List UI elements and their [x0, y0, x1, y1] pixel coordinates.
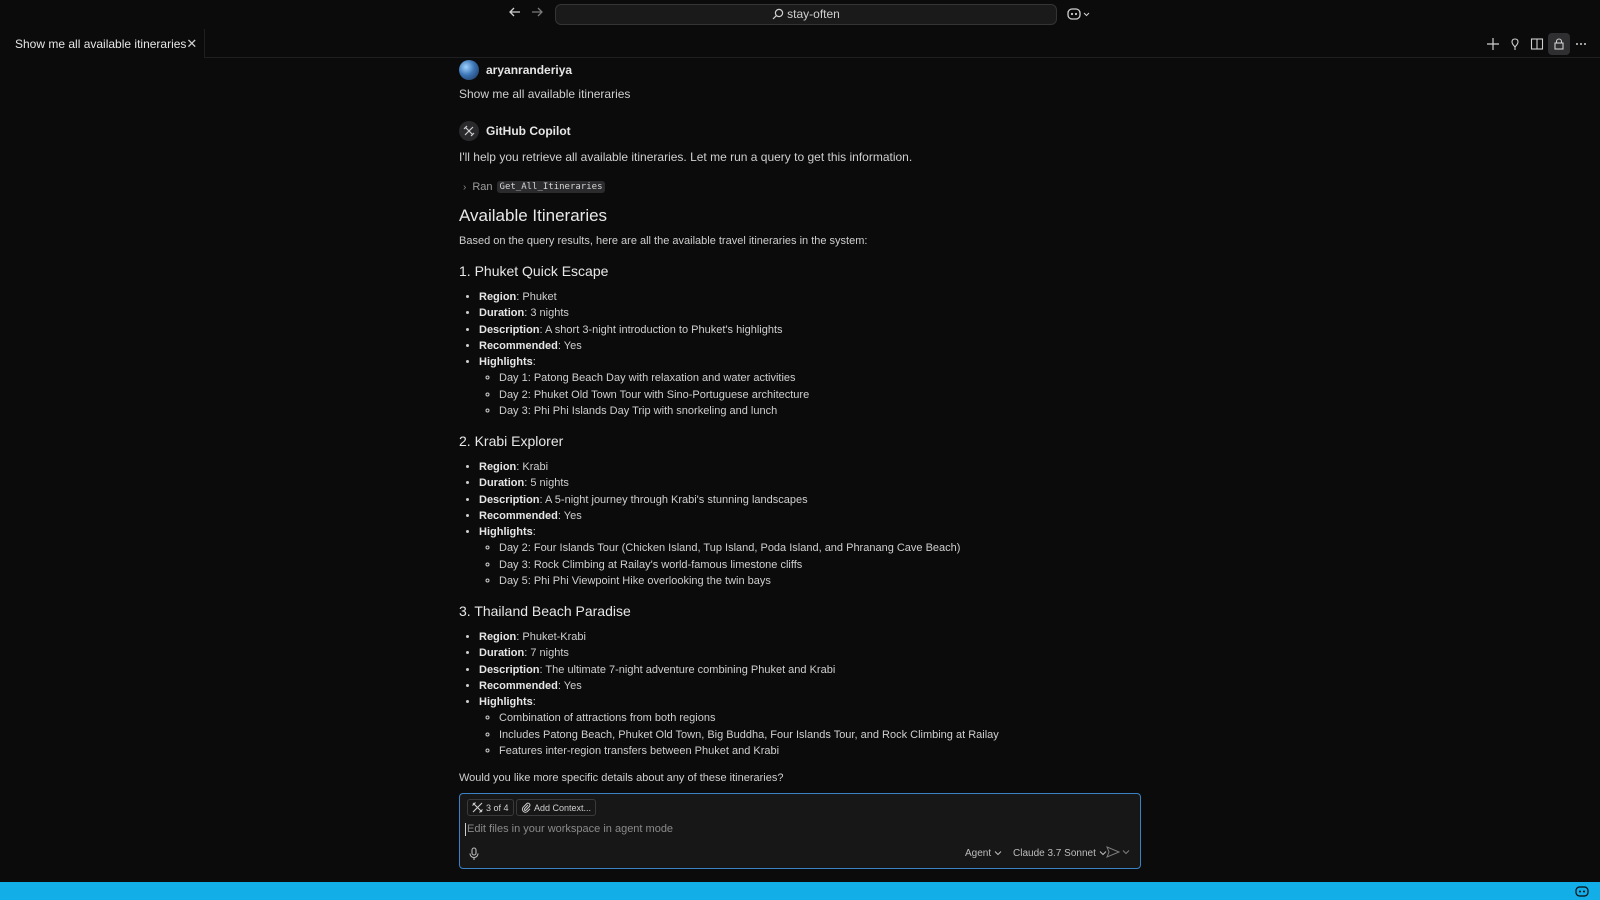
tab-chat[interactable]: Show me all available itineraries ✕ — [0, 29, 205, 58]
send-icon — [1106, 846, 1120, 858]
response-heading: Available Itineraries — [459, 206, 608, 225]
tab-bar: Show me all available itineraries ✕ — [0, 29, 1600, 58]
field-item: Region: Phuket — [479, 289, 809, 305]
search-icon — [772, 8, 784, 20]
highlight-item: Day 3: Phi Phi Islands Day Trip with sno… — [499, 403, 809, 419]
field-item: Region: Phuket-Krabi — [479, 629, 999, 645]
highlights-list: Day 2: Four Islands Tour (Chicken Island… — [499, 540, 960, 589]
itinerary-title: 1. Phuket Quick Escape — [459, 263, 609, 279]
command-center-search[interactable]: stay-often — [555, 4, 1057, 25]
field-item: Duration: 5 nights — [479, 475, 960, 491]
close-icon[interactable]: ✕ — [186, 36, 197, 52]
highlight-item: Day 2: Phuket Old Town Tour with Sino-Po… — [499, 387, 809, 403]
model-label: Claude 3.7 Sonnet — [1013, 848, 1096, 859]
chat-input-box[interactable]: 3 of 4 Add Context... Edit files in your… — [459, 793, 1141, 869]
chevron-down-icon — [994, 851, 1002, 856]
user-header: aryanranderiya — [459, 60, 572, 80]
tools-chip-label: 3 of 4 — [486, 802, 509, 813]
field-item: Duration: 3 nights — [479, 305, 809, 321]
tab-label: Show me all available itineraries — [15, 36, 187, 51]
field-item: Region: Krabi — [479, 459, 960, 475]
field-item: Highlights: Combination of attractions f… — [479, 694, 999, 757]
highlight-item: Day 3: Rock Climbing at Railay's world-f… — [499, 557, 960, 573]
field-item: Recommended: Yes — [479, 678, 999, 694]
tools-icon — [472, 802, 483, 813]
model-picker[interactable]: Claude 3.7 Sonnet — [1013, 848, 1107, 859]
workspace-name: stay-often — [787, 7, 840, 21]
chat-input-field[interactable]: Edit files in your workspace in agent mo… — [465, 823, 673, 836]
mode-picker[interactable]: Agent — [965, 848, 1002, 859]
itinerary-fields: Region: Phuket-Krabi Duration: 7 nights … — [479, 629, 999, 757]
field-item: Duration: 7 nights — [479, 645, 999, 661]
tab-actions — [1482, 29, 1600, 58]
chevron-right-icon: › — [463, 181, 467, 193]
arrow-right-icon[interactable] — [528, 5, 546, 23]
highlight-item: Day 5: Phi Phi Viewpoint Hike overlookin… — [499, 573, 960, 589]
highlights-list: Combination of attractions from both reg… — [499, 710, 999, 759]
chevron-down-icon — [1122, 850, 1130, 855]
field-item: Description: A short 3-night introductio… — [479, 322, 809, 338]
highlight-item: Day 1: Patong Beach Day with relaxation … — [499, 370, 809, 386]
plus-icon[interactable] — [1482, 33, 1504, 55]
field-item: Description: A 5-night journey through K… — [479, 492, 960, 508]
response-closing: Would you like more specific details abo… — [459, 772, 784, 784]
tool-invocation[interactable]: › Ran Get_All_Itineraries — [463, 181, 606, 193]
add-context-label: Add Context... — [534, 802, 592, 813]
split-editor-icon[interactable] — [1526, 33, 1548, 55]
user-message: Show me all available itineraries — [459, 87, 631, 101]
copilot-icon — [1067, 8, 1090, 20]
itinerary-title: 3. Thailand Beach Paradise — [459, 603, 631, 619]
title-bar: stay-often — [0, 0, 1600, 28]
field-item: Recommended: Yes — [479, 338, 809, 354]
itinerary-fields: Region: Phuket Duration: 3 nights Descri… — [479, 289, 809, 417]
field-item: Highlights: Day 1: Patong Beach Day with… — [479, 354, 809, 417]
itinerary-fields: Region: Krabi Duration: 5 nights Descrip… — [479, 459, 960, 587]
tools-chip[interactable]: 3 of 4 — [467, 799, 514, 816]
send-button[interactable] — [1106, 846, 1130, 858]
highlight-item: Features inter-region transfers between … — [499, 743, 999, 759]
field-item: Recommended: Yes — [479, 508, 960, 524]
microphone-icon[interactable] — [468, 847, 480, 864]
arrow-left-icon[interactable] — [506, 5, 524, 23]
avatar — [459, 60, 479, 80]
highlight-item: Day 2: Four Islands Tour (Chicken Island… — [499, 540, 960, 556]
highlight-item: Combination of attractions from both reg… — [499, 710, 999, 726]
highlights-list: Day 1: Patong Beach Day with relaxation … — [499, 370, 809, 419]
field-item: Highlights: Day 2: Four Islands Tour (Ch… — [479, 524, 960, 587]
bot-name: GitHub Copilot — [486, 124, 571, 138]
copilot-menu[interactable] — [1066, 5, 1092, 23]
pin-icon[interactable] — [1504, 33, 1526, 55]
add-context-button[interactable]: Add Context... — [516, 799, 597, 816]
itinerary-title: 2. Krabi Explorer — [459, 433, 564, 449]
more-icon[interactable] — [1570, 33, 1592, 55]
tool-name: Get_All_Itineraries — [496, 181, 606, 193]
chat-panel: aryanranderiya Show me all available iti… — [459, 58, 1141, 788]
lock-icon[interactable] — [1548, 32, 1570, 55]
copilot-status-icon[interactable] — [1575, 884, 1589, 900]
status-bar — [0, 882, 1600, 900]
bot-header: GitHub Copilot — [459, 121, 571, 141]
field-item: Description: The ultimate 7-night advent… — [479, 662, 999, 678]
user-name: aryanranderiya — [486, 63, 573, 77]
tool-ran-label: Ran — [472, 181, 493, 193]
response-intro: Based on the query results, here are all… — [459, 235, 868, 247]
paperclip-icon — [521, 802, 531, 813]
highlight-item: Includes Patong Beach, Phuket Old Town, … — [499, 727, 999, 743]
mode-label: Agent — [965, 848, 992, 859]
copilot-avatar-icon — [459, 121, 479, 141]
bot-intro: I'll help you retrieve all available iti… — [459, 150, 913, 164]
